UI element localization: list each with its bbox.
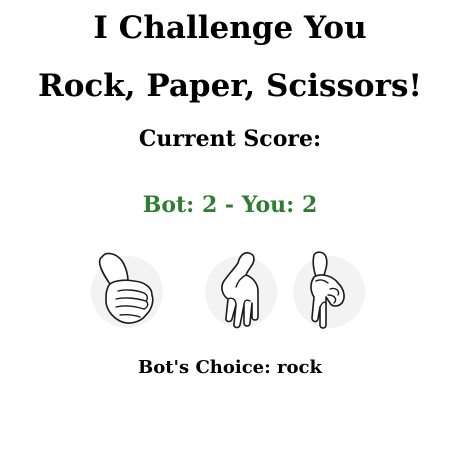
rock-fist-icon bbox=[91, 252, 163, 328]
paper-hand-icon bbox=[205, 252, 277, 329]
rock-button[interactable] bbox=[88, 247, 166, 331]
page-subtitle: Rock, Paper, Scissors! bbox=[37, 68, 423, 104]
score-label: Current Score: bbox=[138, 126, 322, 152]
choice-buttons bbox=[0, 247, 460, 331]
scissors-hand-icon bbox=[293, 251, 365, 329]
scissors-button[interactable] bbox=[290, 247, 368, 331]
bot-choice-text: Bot's Choice: rock bbox=[138, 357, 322, 378]
game-page: I Challenge You Rock, Paper, Scissors! C… bbox=[0, 0, 475, 457]
paper-button[interactable] bbox=[202, 247, 280, 331]
score-value: Bot: 2 - You: 2 bbox=[142, 192, 318, 218]
page-title: I Challenge You bbox=[93, 10, 367, 46]
